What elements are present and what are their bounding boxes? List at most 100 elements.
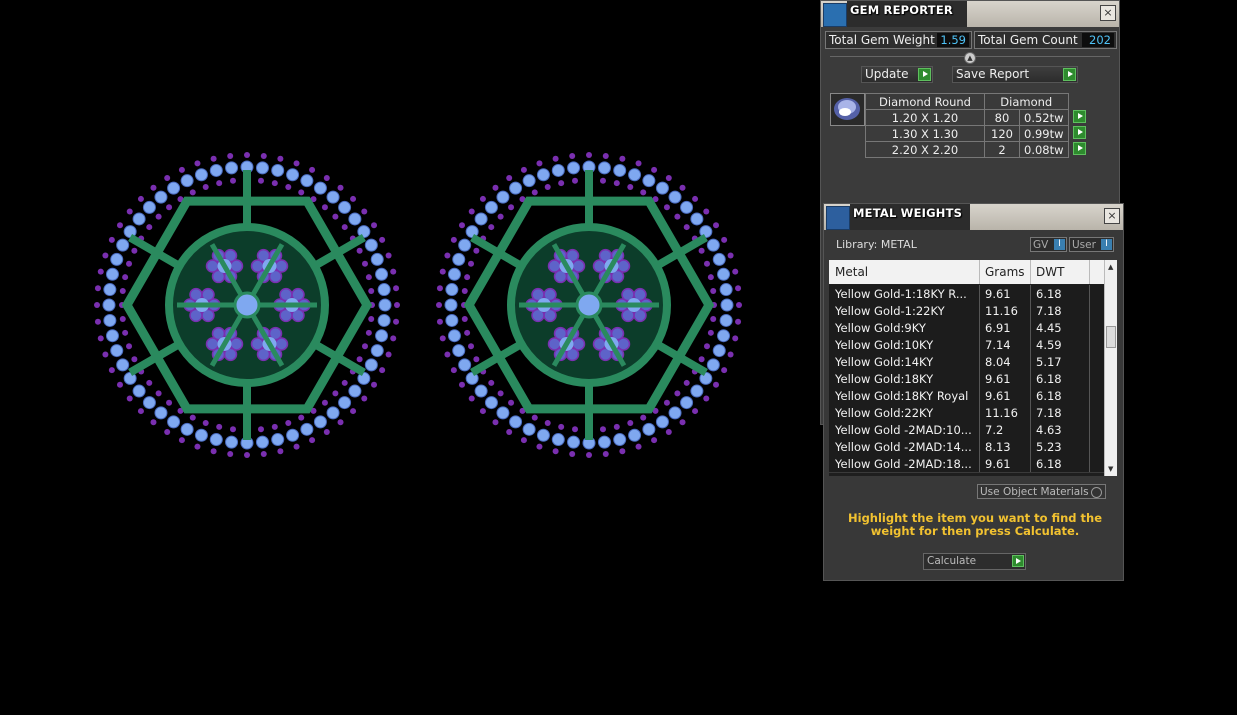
total-gem-weight-value: 1.59 — [937, 33, 969, 47]
metal-grams: 11.16 — [985, 406, 1018, 420]
gem-reporter-titlebar[interactable]: GEM REPORTER × — [821, 1, 1119, 27]
play-arrow-icon — [1012, 555, 1024, 567]
metal-row[interactable]: Yellow Gold:18KY Royal 9.61 6.18 — [829, 387, 1105, 405]
metal-dwt: 4.59 — [1036, 338, 1062, 352]
metal-dwt: 6.18 — [1036, 389, 1062, 403]
metal-row[interactable]: Yellow Gold:9KY 6.91 4.45 — [829, 319, 1105, 337]
radio-icon[interactable] — [1091, 487, 1102, 498]
gem-weight: 0.99tw — [1019, 125, 1069, 142]
metal-grams: 6.91 — [985, 321, 1011, 335]
calculate-button-label: Calculate — [927, 555, 977, 567]
metal-grams: 9.61 — [985, 372, 1011, 386]
metal-grams: 8.13 — [985, 440, 1011, 454]
total-gem-count-value: 202 — [1082, 33, 1114, 47]
metal-dwt: 6.18 — [1036, 372, 1062, 386]
gem-weight: 0.52tw — [1019, 109, 1069, 126]
toggle-indicator-icon: I — [1054, 239, 1065, 250]
metal-weights-close-button[interactable]: × — [1104, 208, 1120, 224]
earring-right-render — [436, 152, 742, 458]
metal-grams: 7.14 — [985, 338, 1011, 352]
3d-viewport[interactable] — [0, 0, 820, 715]
metal-row[interactable]: Yellow Gold:22KY 11.16 7.18 — [829, 404, 1105, 422]
metal-name: Yellow Gold:10KY — [835, 338, 934, 352]
gem-reporter-close-button[interactable]: × — [1100, 5, 1116, 21]
metal-row[interactable]: Yellow Gold -2MAD:14... 8.13 5.23 — [829, 438, 1105, 456]
metal-list-scrollbar[interactable]: ▲ ▼ — [1104, 260, 1117, 476]
instruction-text: Highlight the item you want to find the … — [848, 511, 1102, 538]
scroll-down-icon[interactable]: ▼ — [1108, 465, 1113, 473]
library-label: Library: METAL — [836, 238, 917, 251]
metal-grams: 8.04 — [985, 355, 1011, 369]
scale-icon — [826, 206, 850, 230]
column-header-metal[interactable]: Metal — [835, 265, 868, 279]
metal-dwt: 7.18 — [1036, 304, 1062, 318]
metal-list[interactable]: Metal Grams DWT Yellow Gold-1:18KY R... 9… — [829, 260, 1117, 476]
gem-size: 1.30 X 1.30 — [865, 125, 985, 142]
metal-weights-title: METAL WEIGHTS — [853, 206, 963, 220]
metal-dwt: 4.63 — [1036, 423, 1062, 437]
metal-dwt: 5.23 — [1036, 440, 1062, 454]
metal-name: Yellow Gold -2MAD:18... — [835, 457, 972, 471]
metal-grams: 9.61 — [985, 287, 1011, 301]
gem-weight: 0.08tw — [1019, 141, 1069, 158]
column-header-dwt[interactable]: DWT — [1036, 265, 1064, 279]
gem-count: 80 — [984, 109, 1020, 126]
metal-name: Yellow Gold-1:22KY — [835, 304, 945, 318]
gem-count: 2 — [984, 141, 1020, 158]
calculate-button[interactable]: Calculate — [923, 553, 1026, 570]
metal-dwt: 5.17 — [1036, 355, 1062, 369]
scroll-up-icon[interactable]: ▲ — [1108, 263, 1113, 271]
gem-size: 2.20 X 2.20 — [865, 141, 985, 158]
metal-row[interactable]: Yellow Gold:18KY 9.61 6.18 — [829, 370, 1105, 388]
total-gem-count: Total Gem Count 202 — [974, 31, 1117, 49]
column-header-grams[interactable]: Grams — [985, 265, 1025, 279]
select-gem-arrow-icon[interactable] — [1073, 109, 1087, 123]
metal-row[interactable]: Yellow Gold-1:18KY R... 9.61 6.18 — [829, 285, 1105, 303]
metal-name: Yellow Gold:9KY — [835, 321, 926, 335]
gem-table-row: 2.20 X 2.20 2 0.08tw — [865, 141, 1092, 158]
gv-toggle[interactable]: GV I — [1030, 237, 1067, 252]
toggle-indicator-icon: I — [1101, 239, 1112, 250]
metal-grams: 9.61 — [985, 457, 1011, 471]
metal-row[interactable]: Yellow Gold-1:22KY 11.16 7.18 — [829, 302, 1105, 320]
metal-dwt: 6.18 — [1036, 457, 1062, 471]
metal-name: Yellow Gold:18KY — [835, 372, 934, 386]
gem-reporter-icon — [823, 3, 847, 27]
user-toggle-label: User — [1072, 239, 1096, 251]
gem-table-row: 1.30 X 1.30 120 0.99tw — [865, 125, 1092, 142]
total-gem-weight-label: Total Gem Weight — [829, 33, 935, 47]
select-gem-arrow-icon[interactable] — [1073, 141, 1087, 155]
gem-table: Diamond Round Diamond 1.20 X 1.20 80 0.5… — [865, 93, 1092, 158]
metal-name: Yellow Gold-1:18KY R... — [835, 287, 967, 301]
metal-row[interactable]: Yellow Gold:14KY 8.04 5.17 — [829, 353, 1105, 371]
metal-name: Yellow Gold:14KY — [835, 355, 934, 369]
metal-name: Yellow Gold -2MAD:14... — [835, 440, 972, 454]
metal-row[interactable]: Yellow Gold -2MAD:18... 9.61 6.18 — [829, 455, 1105, 473]
gem-table-header-material: Diamond — [984, 93, 1069, 110]
select-gem-arrow-icon[interactable] — [1073, 125, 1087, 139]
gv-toggle-label: GV — [1033, 239, 1049, 251]
collapse-toggle-icon[interactable]: ▲ — [964, 52, 976, 64]
scroll-thumb[interactable] — [1106, 326, 1116, 348]
diamond-thumbnail-icon — [830, 93, 865, 126]
metal-grams: 7.2 — [985, 423, 1004, 437]
metal-name: Yellow Gold:22KY — [835, 406, 934, 420]
metal-row[interactable]: Yellow Gold:10KY 7.14 4.59 — [829, 336, 1105, 354]
gem-size: 1.20 X 1.20 — [865, 109, 985, 126]
use-object-materials-option[interactable]: Use Object Materials — [977, 484, 1106, 499]
metal-name: Yellow Gold -2MAD:10... — [835, 423, 972, 437]
metal-grams: 9.61 — [985, 389, 1011, 403]
metal-weights-titlebar[interactable]: METAL WEIGHTS × — [824, 204, 1123, 230]
save-report-button[interactable]: Save Report — [952, 66, 1078, 83]
metal-dwt: 4.45 — [1036, 321, 1062, 335]
metal-name: Yellow Gold:18KY Royal — [835, 389, 969, 403]
user-toggle[interactable]: User I — [1069, 237, 1114, 252]
update-button-label: Update — [865, 67, 909, 81]
update-button[interactable]: Update — [861, 66, 933, 83]
play-arrow-icon — [1063, 68, 1076, 81]
gem-reporter-title: GEM REPORTER — [850, 3, 953, 17]
metal-row[interactable]: Yellow Gold -2MAD:10... 7.2 4.63 — [829, 421, 1105, 439]
use-object-materials-label: Use Object Materials — [980, 486, 1089, 498]
metal-list-header: Metal Grams DWT — [829, 260, 1105, 284]
metal-grams: 11.16 — [985, 304, 1018, 318]
